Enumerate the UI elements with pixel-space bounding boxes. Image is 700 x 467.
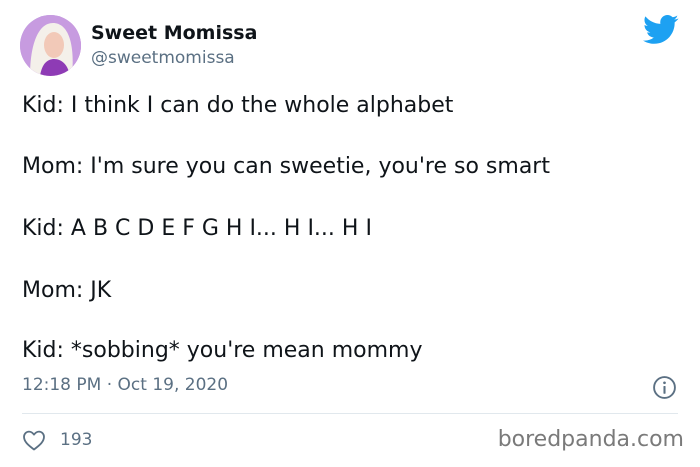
- watermark: boredpanda.com: [497, 427, 684, 452]
- divider: [22, 413, 678, 414]
- tweet-text-line: Mom: I'm sure you can sweetie, you're so…: [22, 154, 550, 179]
- author-display-name[interactable]: Sweet Momissa: [91, 22, 257, 44]
- tweet-text-line: Kid: A B C D E F G H I... H I... H I: [22, 216, 372, 241]
- tweet-timestamp[interactable]: 12:18 PM · Oct 19, 2020: [22, 375, 228, 395]
- avatar[interactable]: [20, 15, 81, 76]
- avatar-image: [20, 15, 81, 76]
- like-button[interactable]: 193: [22, 429, 92, 451]
- tweet-text-line: Mom: JK: [22, 278, 112, 303]
- author-handle[interactable]: @sweetmomissa: [91, 48, 235, 68]
- twitter-bird-icon[interactable]: [643, 15, 679, 45]
- heart-icon[interactable]: [22, 429, 46, 451]
- tweet-text-line: Kid: I think I can do the whole alphabet: [22, 93, 454, 118]
- info-icon[interactable]: [652, 375, 677, 400]
- tweet-text-line: Kid: *sobbing* you're mean mommy: [22, 338, 423, 363]
- like-count: 193: [60, 430, 93, 450]
